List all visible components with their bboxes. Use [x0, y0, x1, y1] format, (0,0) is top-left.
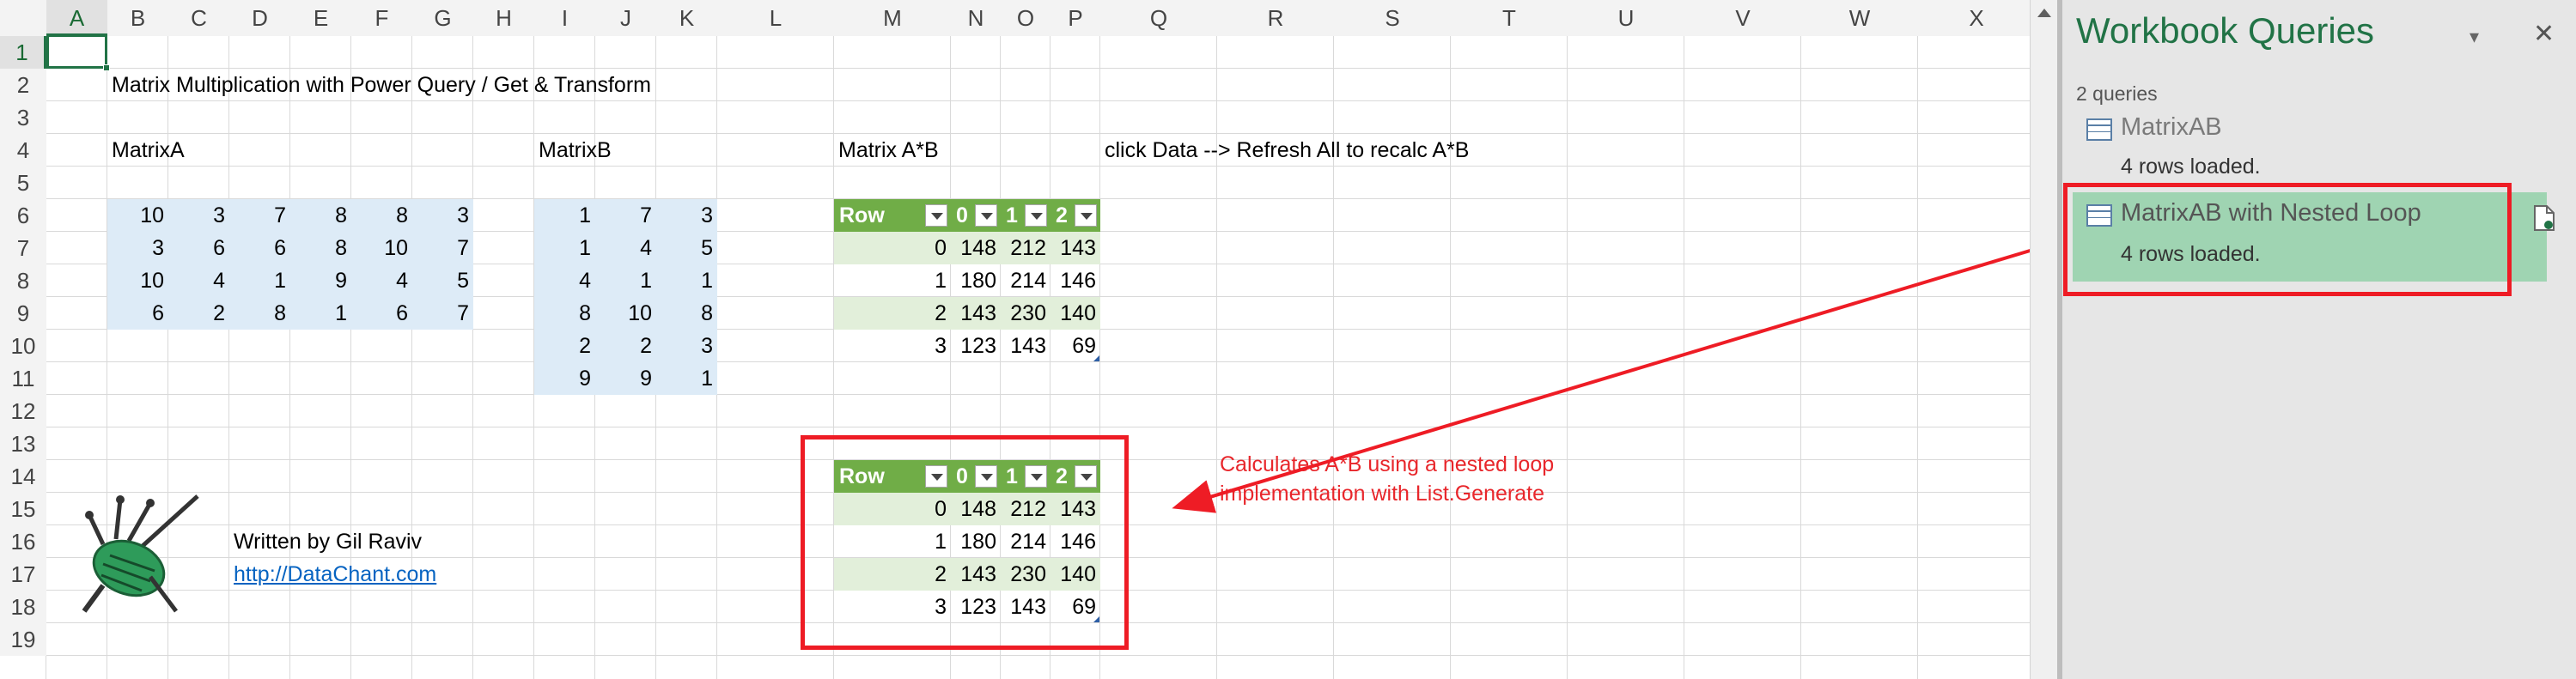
query-status: 4 rows loaded. [2121, 155, 2261, 179]
query-flyout-icon[interactable] [2533, 204, 2555, 232]
close-icon[interactable]: ✕ [2533, 19, 2555, 49]
pane-options-chevron-icon[interactable]: ▾ [2469, 26, 2479, 48]
pane-title: Workbook Queries [2076, 10, 2375, 51]
query-count: 2 queries [2076, 82, 2158, 105]
scroll-up-icon[interactable] [2037, 9, 2051, 17]
highlight-box-query [2063, 183, 2512, 296]
query-name: MatrixAB [2121, 113, 2222, 141]
table-icon [2086, 118, 2112, 141]
vertical-scrollbar[interactable] [2030, 0, 2057, 679]
workbook-queries-pane: Workbook Queries ▾ ✕ 2 queries MatrixAB … [2062, 0, 2576, 679]
query-item-matrixab[interactable]: MatrixAB 4 rows loaded. [2073, 110, 2547, 187]
